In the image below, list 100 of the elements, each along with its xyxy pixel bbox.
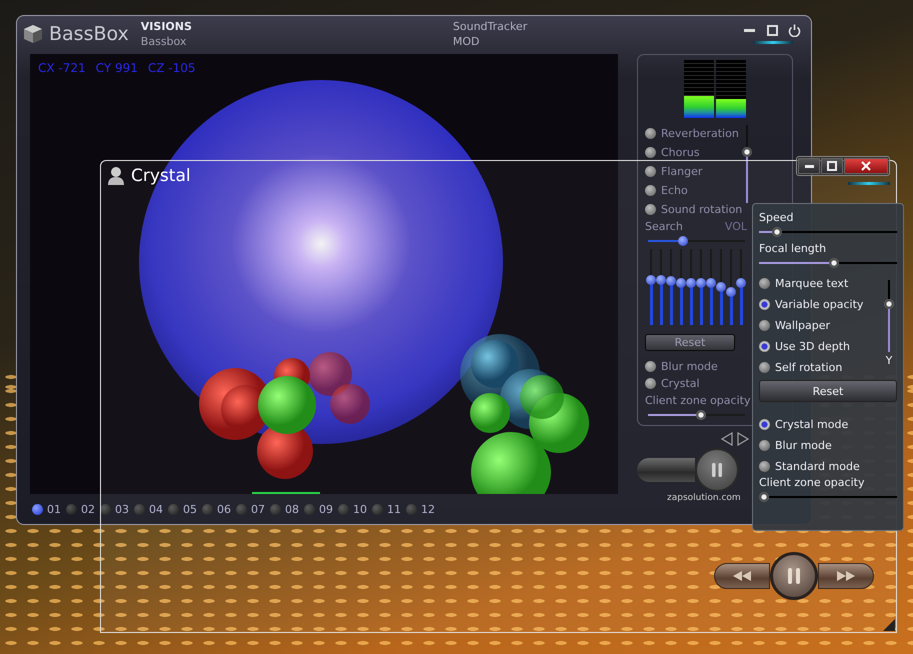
slider-thumb[interactable]: [736, 278, 746, 288]
slider-label: Client zone opacity: [759, 476, 864, 489]
radio-button[interactable]: [759, 320, 770, 330]
radio-button[interactable]: [759, 440, 770, 450]
coordinate-readout: CX -721: [38, 61, 86, 75]
track-button[interactable]: [66, 504, 77, 514]
track-number: 11: [387, 502, 401, 516]
slider-thumb[interactable]: [759, 492, 769, 502]
minimize-icon: [804, 164, 814, 168]
fast-forward-icon: [836, 570, 856, 582]
slider-thumb[interactable]: [716, 282, 726, 292]
fast-forward-button[interactable]: [818, 563, 874, 589]
option-label: Crystal: [661, 376, 700, 390]
power-icon[interactable]: [788, 24, 801, 37]
option-label: Reverberation: [661, 126, 739, 140]
close-button[interactable]: [844, 158, 888, 174]
slider-thumb[interactable]: [678, 236, 688, 246]
slider-thumb[interactable]: [656, 275, 666, 286]
track-info-text: MOD: [452, 34, 481, 49]
pause-button[interactable]: [770, 552, 818, 600]
option-label: Use 3D depth: [775, 340, 850, 352]
option-label: Marquee text: [775, 276, 848, 290]
maximize-icon[interactable]: [766, 24, 779, 37]
track-button[interactable]: [236, 504, 247, 514]
track-button[interactable]: [406, 504, 417, 514]
radio-button[interactable]: [759, 460, 770, 472]
maximize-icon: [827, 161, 837, 171]
pause-icon: [787, 567, 801, 585]
track-button[interactable]: [134, 504, 145, 514]
track-button[interactable]: [270, 504, 281, 514]
track-button[interactable]: [32, 504, 43, 514]
radio-button[interactable]: [759, 278, 770, 288]
option-label: Blur mode: [775, 438, 832, 452]
option-label: Sound rotation: [661, 202, 742, 216]
radio-button[interactable]: [645, 146, 656, 158]
option-label: Crystal mode: [775, 418, 848, 430]
radio-button[interactable]: [645, 378, 656, 389]
track-number: 10: [353, 502, 367, 516]
resize-grip-icon[interactable]: [883, 619, 895, 631]
coordinate-readout: CZ -105: [148, 61, 196, 75]
next-icon[interactable]: [737, 432, 749, 446]
close-icon: [861, 161, 871, 171]
track-number: 12: [421, 502, 435, 516]
track-button[interactable]: [100, 504, 111, 514]
option-label: Self rotation: [775, 360, 842, 374]
slider-thumb[interactable]: [742, 147, 752, 158]
slider-thumb[interactable]: [884, 298, 894, 309]
slider-thumb[interactable]: [696, 278, 706, 288]
slider-thumb[interactable]: [772, 227, 782, 237]
slider-thumb[interactable]: [726, 286, 736, 297]
slider-thumb[interactable]: [676, 278, 686, 288]
option-label: Echo: [661, 184, 688, 196]
radio-button[interactable]: [645, 204, 656, 214]
option-label: Chorus: [661, 146, 700, 158]
maximize-button[interactable]: [821, 158, 843, 174]
track-button[interactable]: [202, 504, 213, 514]
track-button[interactable]: [304, 504, 315, 514]
radio-button[interactable]: [645, 360, 656, 372]
track-number: 02: [81, 502, 95, 516]
coordinate-readout: CY 991: [96, 61, 138, 75]
rewind-icon: [732, 570, 752, 582]
track-button[interactable]: [168, 504, 179, 514]
slider-label: Y: [886, 354, 892, 367]
track-number: 09: [319, 502, 333, 516]
slider-thumb[interactable]: [666, 276, 676, 286]
slider-thumb[interactable]: [706, 278, 716, 288]
rewind-button[interactable]: [714, 563, 770, 589]
slider-label: Search: [645, 220, 683, 233]
radio-button[interactable]: [645, 184, 656, 196]
pause-button[interactable]: [695, 448, 739, 492]
brand-subtitle: Bassbox: [140, 34, 188, 49]
slider-label: Client zone opacity: [645, 394, 750, 408]
minimize-button[interactable]: [798, 158, 820, 174]
user-icon: [107, 166, 125, 186]
transport-housing: [637, 458, 695, 482]
radio-button[interactable]: [759, 298, 770, 310]
slider-thumb[interactable]: [646, 275, 656, 286]
radio-button[interactable]: [759, 340, 770, 352]
track-button[interactable]: [338, 504, 349, 514]
option-label: Blur mode: [661, 360, 718, 373]
cube-icon: [23, 24, 43, 44]
track-button[interactable]: [372, 504, 383, 514]
radio-button[interactable]: [645, 166, 656, 176]
track-number: 06: [217, 502, 231, 516]
track-number: 03: [115, 502, 129, 516]
radio-button[interactable]: [645, 128, 656, 138]
track-number: 05: [183, 502, 197, 516]
track-number: 08: [285, 502, 299, 516]
slider-label: VOL: [724, 220, 747, 233]
track-number: 07: [251, 502, 265, 516]
radio-button[interactable]: [759, 362, 770, 372]
slider-thumb[interactable]: [829, 258, 840, 268]
track-info-text: SoundTracker: [452, 19, 528, 34]
glow-bar: [848, 182, 890, 185]
radio-button[interactable]: [759, 418, 770, 430]
previous-icon[interactable]: [721, 432, 733, 446]
slider-thumb[interactable]: [696, 410, 706, 420]
option-label: Wallpaper: [775, 318, 830, 332]
slider-thumb[interactable]: [686, 278, 696, 288]
reset-button[interactable]: Reset: [759, 380, 897, 402]
